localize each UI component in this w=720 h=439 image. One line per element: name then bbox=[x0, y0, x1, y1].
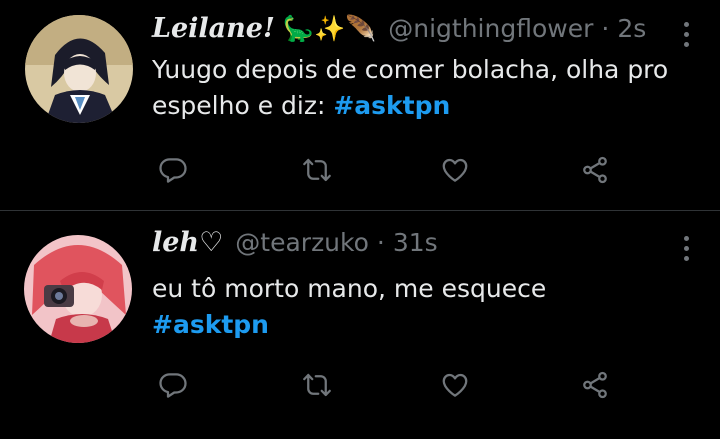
avatar[interactable] bbox=[24, 235, 132, 343]
more-icon[interactable] bbox=[682, 22, 690, 47]
share-button[interactable] bbox=[575, 150, 615, 190]
reply-icon bbox=[159, 373, 187, 398]
reply-button[interactable] bbox=[153, 365, 193, 405]
timestamp[interactable]: 2s bbox=[617, 14, 646, 43]
tweet-actions bbox=[0, 150, 720, 190]
tweet-header: Leilane! 🦕✨🪶 @nigthingflower · 2s bbox=[152, 13, 646, 44]
tweet-header: leh♡ @tearzuko · 31s bbox=[152, 227, 438, 258]
user-handle[interactable]: @tearzuko bbox=[235, 228, 369, 257]
separator: · bbox=[376, 228, 385, 257]
tweet-text-content: eu tô morto mano, me esquece bbox=[152, 274, 547, 303]
timestamp[interactable]: 31s bbox=[393, 228, 438, 257]
like-button[interactable] bbox=[435, 150, 475, 190]
hashtag-link[interactable]: #asktpn bbox=[152, 310, 269, 339]
tweet[interactable]: Leilane! 🦕✨🪶 @nigthingflower · 2s Yuugo … bbox=[0, 0, 720, 210]
share-icon bbox=[583, 156, 607, 184]
like-icon bbox=[442, 158, 468, 182]
tweet-actions bbox=[0, 365, 720, 405]
like-button[interactable] bbox=[435, 365, 475, 405]
reply-button[interactable] bbox=[153, 150, 193, 190]
separator: · bbox=[601, 14, 610, 43]
share-icon bbox=[583, 371, 607, 399]
avatar[interactable] bbox=[25, 15, 133, 123]
hashtag-link[interactable]: #asktpn bbox=[333, 91, 450, 120]
display-name[interactable]: leh♡ bbox=[152, 227, 223, 258]
user-handle[interactable]: @nigthingflower bbox=[388, 14, 593, 43]
retweet-button[interactable] bbox=[297, 150, 337, 190]
more-icon[interactable] bbox=[682, 236, 690, 261]
reply-icon bbox=[159, 158, 187, 183]
retweet-button[interactable] bbox=[297, 365, 337, 405]
like-icon bbox=[442, 373, 468, 397]
tweet-text: eu tô morto mano, me esquece #asktpn bbox=[152, 271, 672, 343]
tweet[interactable]: leh♡ @tearzuko · 31s eu tô morto mano, m… bbox=[0, 211, 720, 439]
tweet-text: Yuugo depois de comer bolacha, olha pro … bbox=[152, 52, 672, 124]
share-button[interactable] bbox=[575, 365, 615, 405]
name-emojis: 🦕✨🪶 bbox=[282, 14, 377, 43]
retweet-icon bbox=[303, 373, 331, 397]
display-name[interactable]: Leilane! bbox=[152, 13, 275, 44]
retweet-icon bbox=[303, 158, 331, 182]
